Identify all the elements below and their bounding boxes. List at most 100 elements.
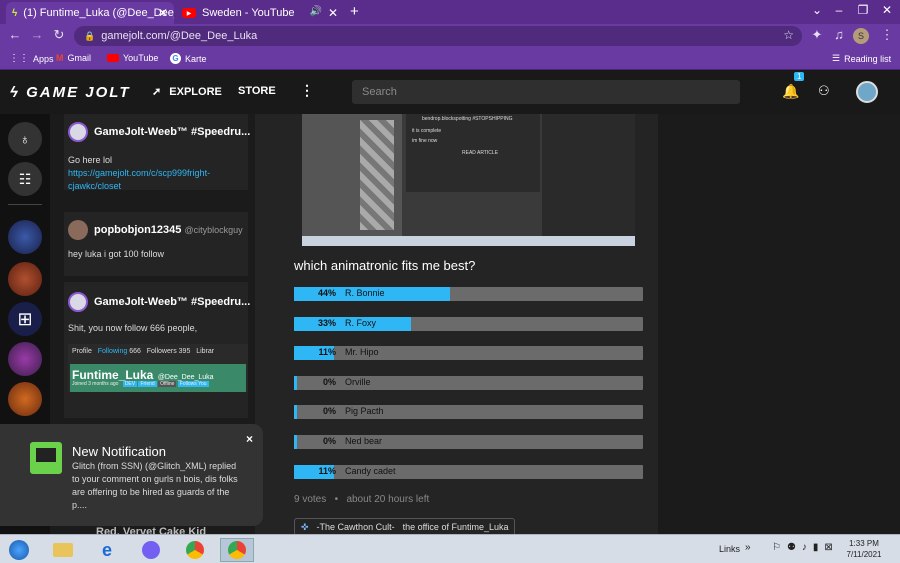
new-tab-button[interactable]: + xyxy=(350,3,359,20)
bookmark-star-icon[interactable]: ☆ xyxy=(783,28,794,42)
followers-count: 395 xyxy=(178,348,191,355)
poll-option[interactable]: 0% Pig Pacth xyxy=(294,405,643,420)
reload-icon[interactable]: ↻ xyxy=(50,27,68,43)
browser-tab-strip: ϟ (1) Funtime_Luka (@Dee_Dee_Lu ✕ ▶ Swed… xyxy=(0,0,900,24)
system-tray-icons[interactable]: ⚐⚉♪▮⊠ xyxy=(772,542,839,553)
forward-icon[interactable]: → xyxy=(28,27,46,42)
screenshot-article-embed: bendrop.blockspotting #STOPSHIPPING it i… xyxy=(406,114,540,192)
poll-option[interactable]: 11% Candy cadet xyxy=(294,464,643,479)
tab-profile: Profile xyxy=(72,348,92,355)
poll-option-label: Orville xyxy=(345,376,371,387)
edge-taskbar-icon[interactable]: e xyxy=(90,538,124,562)
library-icon[interactable]: ☷ xyxy=(8,162,42,196)
menu-kebab-icon[interactable]: ⋮ xyxy=(878,27,896,43)
community-avatar-5[interactable] xyxy=(8,382,42,416)
bell-icon[interactable]: 🔔 xyxy=(782,83,799,100)
folder-icon xyxy=(53,543,73,557)
profile-card-tabs: Profile Following 666 Followers 395 Libr… xyxy=(72,348,214,355)
community-avatar-3[interactable]: ⊞ xyxy=(8,302,42,336)
links-toolbar[interactable]: Links xyxy=(719,544,740,554)
notification-toast[interactable]: New Notification Glitch (from SSN) (@Gli… xyxy=(0,424,263,526)
close-tab-icon[interactable]: ✕ xyxy=(328,6,338,20)
poll-option-percent: 0% xyxy=(322,406,336,417)
poll-option[interactable]: 33% R. Foxy xyxy=(294,316,643,331)
profile-joined: Joined 3 months ago DEV Friend Offline F… xyxy=(72,381,209,387)
joined-text: Joined 3 months ago xyxy=(72,381,119,387)
channel-tag[interactable]: the office of Funtime_Luka xyxy=(403,522,509,532)
poll-question: which animatronic fits me best? xyxy=(294,258,476,273)
file-explorer-taskbar-icon[interactable] xyxy=(46,538,80,562)
tray-expand-icon[interactable]: » xyxy=(745,542,751,553)
community-avatar-1[interactable] xyxy=(8,220,42,254)
author-avatar[interactable] xyxy=(68,220,88,240)
chrome-profile-taskbar-icon[interactable] xyxy=(220,538,254,562)
bookmark-label: Gmail xyxy=(67,53,92,63)
author-avatar[interactable] xyxy=(68,122,88,142)
url-text: gamejolt.com/@Dee_Dee_Luka xyxy=(101,30,258,42)
community-tag[interactable]: -The Cawthon Cult- xyxy=(317,522,395,532)
start-button[interactable] xyxy=(2,538,36,562)
youtube-icon: ▶ xyxy=(182,8,196,18)
browser-toolbar: ← → ↻ 🔒 gamejolt.com/@Dee_Dee_Luka ☆ ✦ ♫… xyxy=(0,24,900,48)
poll-option[interactable]: 0% Orville xyxy=(294,375,643,390)
profile-avatar[interactable]: S xyxy=(853,28,869,44)
bookmark-karte[interactable]: G Karte xyxy=(170,53,207,64)
back-icon[interactable]: ← xyxy=(6,27,24,42)
close-notification-button[interactable]: × xyxy=(246,432,253,446)
author-name[interactable]: popbobjon12345 @cityblockguy xyxy=(94,224,243,236)
post-body: Go here lol https://gamejolt.com/c/scp99… xyxy=(68,154,244,193)
post-text: Go here lol xyxy=(68,155,113,165)
notifier-avatar-face xyxy=(36,448,56,462)
address-bar[interactable]: 🔒 gamejolt.com/@Dee_Dee_Luka ☆ xyxy=(74,26,802,46)
more-menu-icon[interactable]: ⋮ xyxy=(300,82,314,99)
poll-option[interactable]: 0% Ned bear xyxy=(294,435,643,449)
viber-taskbar-icon[interactable] xyxy=(134,538,168,562)
bookmark-youtube[interactable]: YouTube xyxy=(107,53,158,63)
close-tab-icon[interactable]: ✕ xyxy=(158,6,168,20)
minimize-button[interactable]: – xyxy=(826,0,852,20)
profile-card[interactable]: Profile Following 666 Followers 395 Libr… xyxy=(68,344,248,392)
following-count: 666 xyxy=(129,348,141,355)
extensions-icon[interactable]: ✦ xyxy=(808,27,826,43)
tab-library: Librar xyxy=(196,348,215,355)
tab-gamejolt[interactable]: ϟ (1) Funtime_Luka (@Dee_Dee_Lu ✕ xyxy=(6,2,174,24)
tab-following: Following xyxy=(97,348,128,355)
media-icon[interactable]: ♫ xyxy=(830,27,848,42)
search-input[interactable]: Search xyxy=(352,80,740,104)
user-avatar[interactable] xyxy=(856,81,878,103)
badge-follows-you: Follows You xyxy=(177,381,209,387)
feed-post[interactable]: GameJolt-Weeb™ #Speedru... Go here lol h… xyxy=(64,114,250,193)
gamejolt-logo[interactable]: ϟ GAME JOLT xyxy=(10,84,131,101)
explore-link[interactable]: ➚ EXPLORE xyxy=(152,85,222,98)
post-link[interactable]: https://gamejolt.com/c/scp999fright-cjaw… xyxy=(68,167,244,193)
clock[interactable]: 1:33 PM 7/11/2021 xyxy=(838,538,890,560)
post-screenshot-image[interactable]: bendrop.blockspotting #STOPSHIPPING it i… xyxy=(302,114,635,246)
chrome-taskbar-icon[interactable] xyxy=(178,538,212,562)
notification-title: New Notification xyxy=(72,444,166,459)
poll-option[interactable]: 44% R. Bonnie xyxy=(294,287,643,301)
author-name[interactable]: GameJolt-Weeb™ #Speedru... xyxy=(94,296,250,308)
clock-date: 7/11/2021 xyxy=(846,550,882,559)
activity-icon[interactable]: ♁ xyxy=(8,122,42,156)
poll-option-percent: 0% xyxy=(322,436,336,446)
google-icon: G xyxy=(170,53,181,64)
tab-youtube[interactable]: ▶ Sweden - YouTube 🔊 ✕ xyxy=(176,2,344,24)
community-avatar-2[interactable] xyxy=(8,262,42,296)
bookmark-apps[interactable]: ⋮⋮ Apps xyxy=(9,53,54,64)
feed-post[interactable]: popbobjon12345 @cityblockguy hey luka i … xyxy=(64,212,248,276)
author-name[interactable]: GameJolt-Weeb™ #Speedru... xyxy=(94,126,250,138)
dot-separator: • xyxy=(329,494,344,505)
poll-option[interactable]: 11% Mr. Hipo xyxy=(294,346,643,361)
gamejolt-header: ϟ GAME JOLT ➚ EXPLORE STORE ⋮ Search 🔔 1… xyxy=(0,70,900,114)
author-name[interactable]: Red, Vervet Cake Kid xyxy=(96,526,206,534)
bookmark-gmail[interactable]: M Gmail xyxy=(56,53,91,63)
store-link[interactable]: STORE xyxy=(238,85,276,97)
friends-icon[interactable]: ⚇ xyxy=(818,83,830,99)
close-window-button[interactable]: ✕ xyxy=(874,0,900,20)
reading-list-button[interactable]: ☰ Reading list xyxy=(832,53,891,64)
community-avatar-4[interactable] xyxy=(8,342,42,376)
vote-count: 9 votes xyxy=(294,494,327,505)
maximize-button[interactable]: ❐ xyxy=(850,0,876,20)
author-avatar[interactable] xyxy=(68,292,88,312)
feed-post[interactable]: GameJolt-Weeb™ #Speedru... Shit, you now… xyxy=(64,282,250,418)
